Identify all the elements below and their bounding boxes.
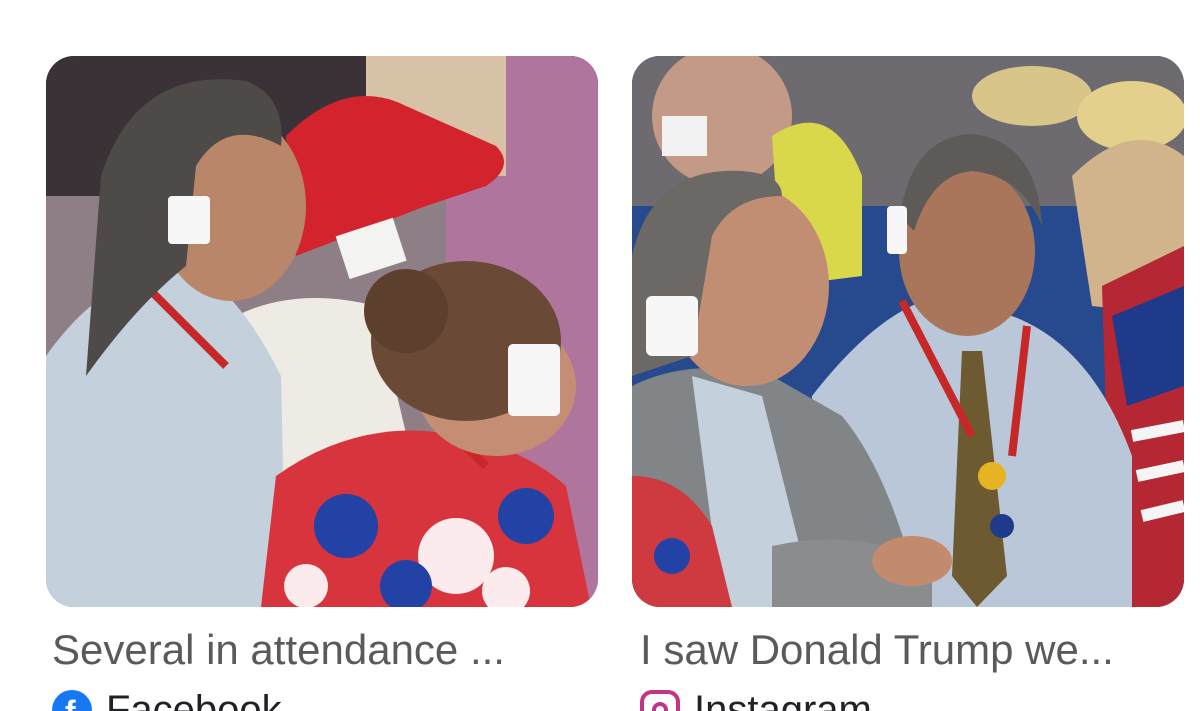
- result-source-1[interactable]: Facebook: [52, 690, 598, 711]
- facebook-icon: [52, 690, 92, 711]
- source-label-2: Instagram: [694, 688, 872, 711]
- thumbnail-image-1: [46, 56, 598, 607]
- result-thumbnail-1[interactable]: [46, 56, 598, 607]
- result-title-2[interactable]: I saw Donald Trump we...: [640, 624, 1180, 676]
- result-card-2[interactable]: I saw Donald Trump we... Instagram: [632, 56, 1184, 711]
- result-source-2[interactable]: Instagram: [640, 690, 1184, 711]
- instagram-icon: [640, 690, 680, 711]
- result-thumbnail-2[interactable]: [632, 56, 1184, 607]
- thumbnail-image-2: [632, 56, 1184, 607]
- source-label-1: Facebook: [106, 688, 282, 711]
- result-card-1[interactable]: Several in attendance ... Facebook: [46, 56, 598, 711]
- result-title-1[interactable]: Several in attendance ...: [52, 624, 580, 676]
- image-results-page: Several in attendance ... Facebook: [0, 0, 1200, 711]
